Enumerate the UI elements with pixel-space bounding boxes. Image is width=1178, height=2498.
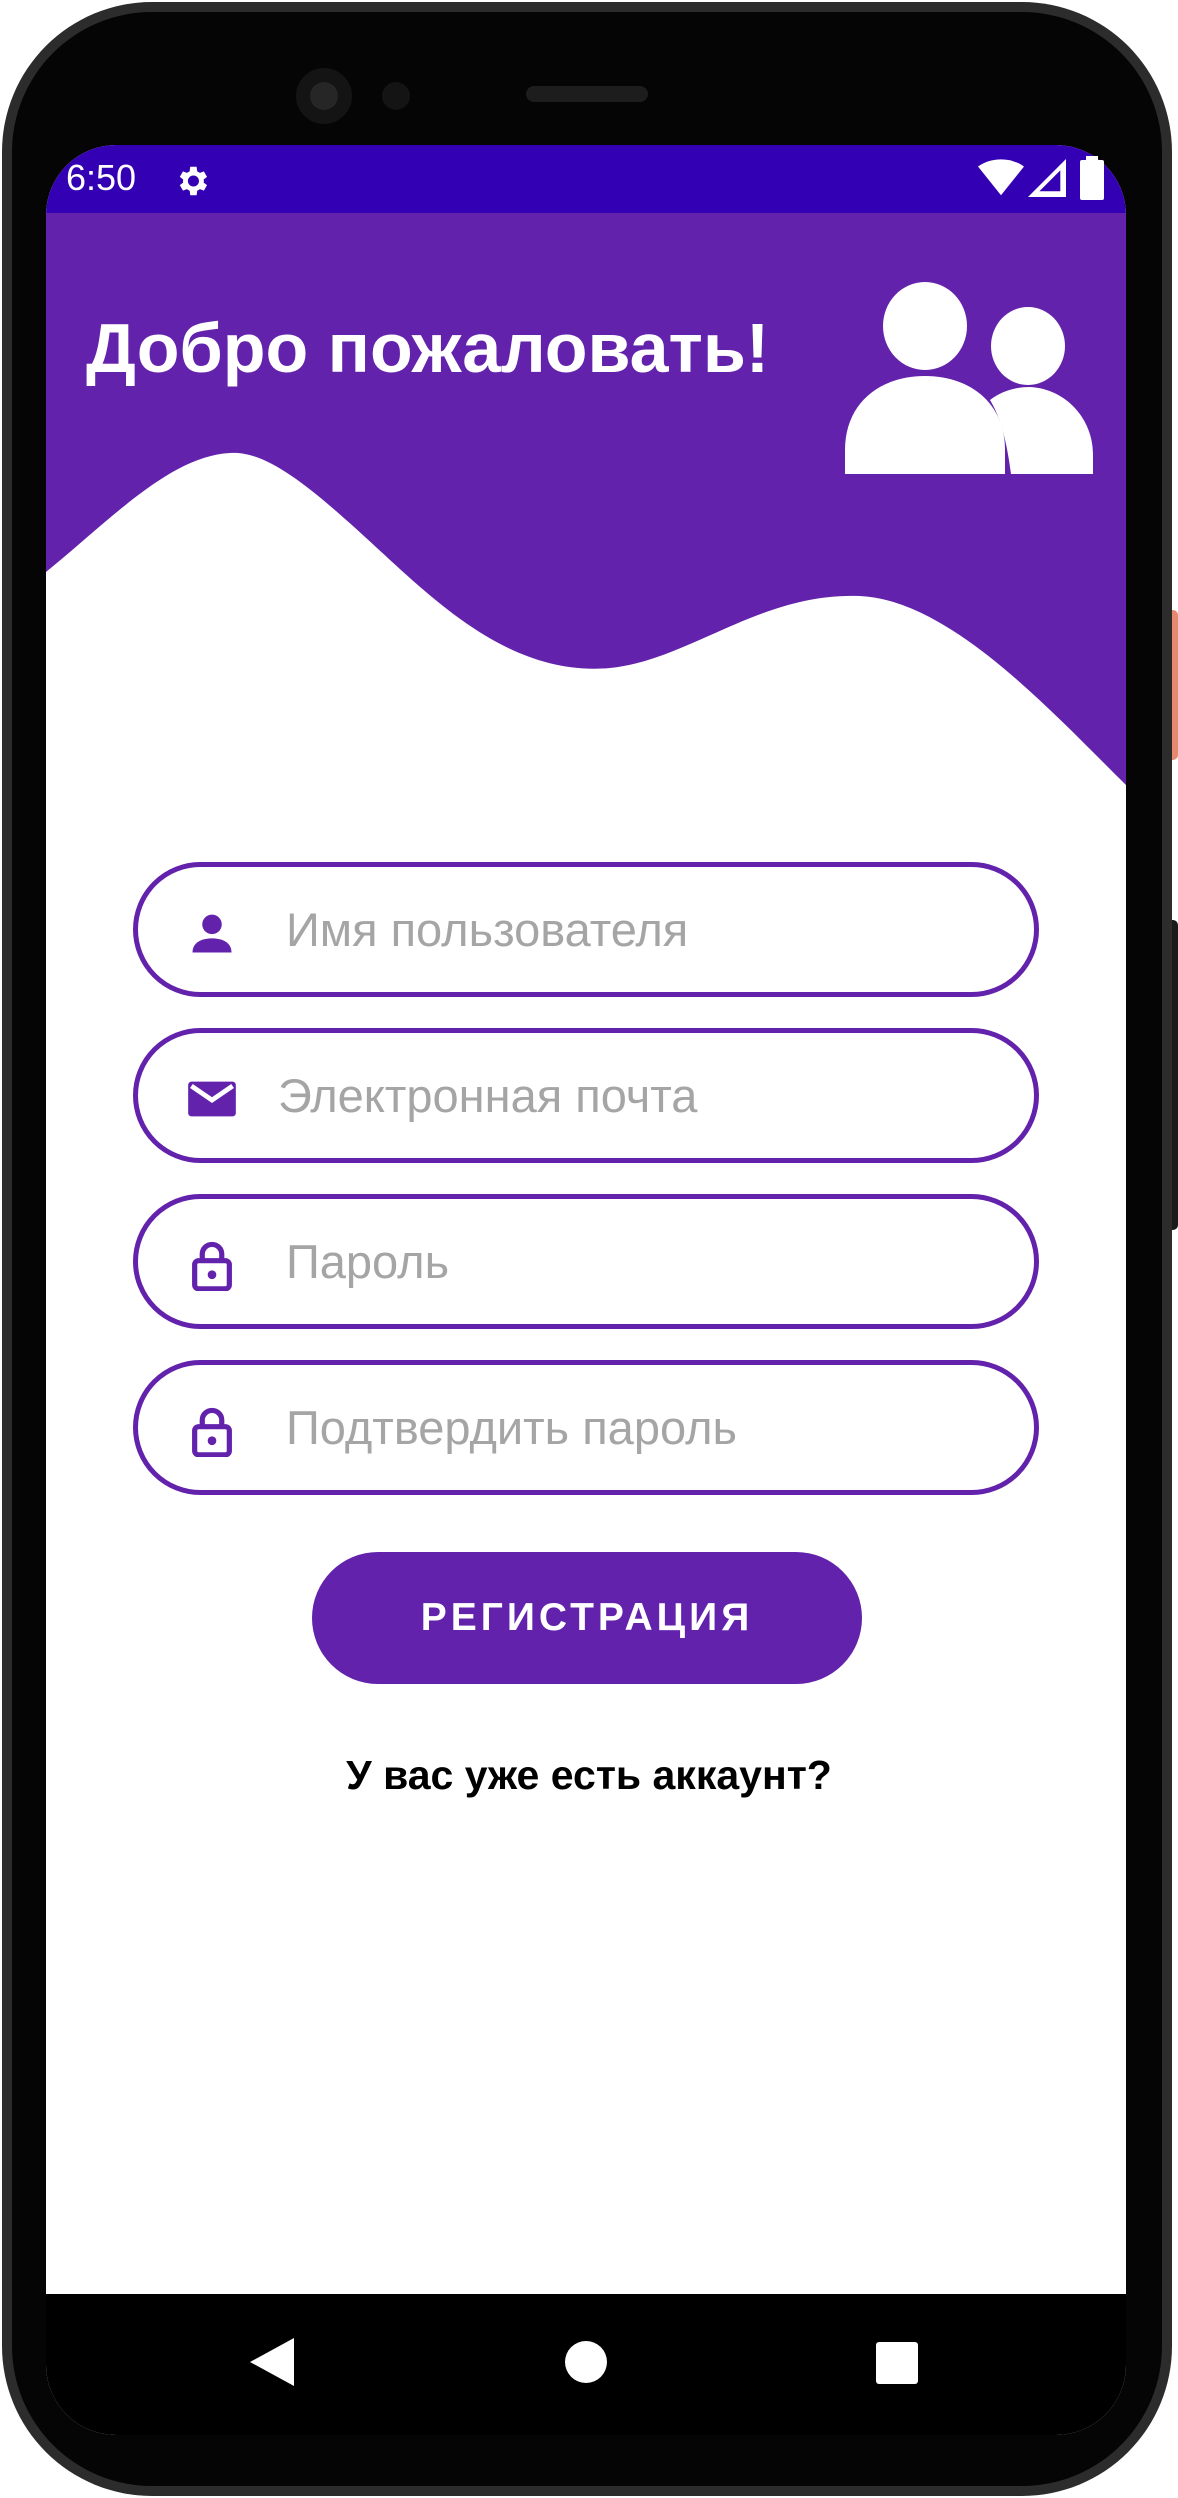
username-placeholder: Имя пользователя bbox=[286, 903, 689, 956]
back-icon[interactable] bbox=[250, 2338, 294, 2386]
password-field[interactable]: Пароль bbox=[133, 1194, 1039, 1329]
username-field[interactable]: Имя пользователя bbox=[133, 862, 1039, 997]
lock-icon bbox=[192, 1241, 232, 1291]
battery-icon bbox=[1080, 156, 1104, 200]
email-field[interactable]: Электронная почта bbox=[133, 1028, 1039, 1163]
welcome-title: Добро пожаловать! bbox=[86, 309, 770, 387]
earpiece bbox=[526, 86, 648, 102]
confirm-password-placeholder: Подтвердить пароль bbox=[286, 1401, 737, 1454]
password-placeholder: Пароль bbox=[286, 1235, 450, 1288]
gear-icon bbox=[179, 166, 208, 196]
signal-icon bbox=[1028, 159, 1066, 197]
lock-icon bbox=[192, 1407, 232, 1457]
email-placeholder: Электронная почта bbox=[278, 1069, 698, 1122]
users-icon bbox=[845, 282, 1093, 474]
status-time: 6:50 bbox=[66, 157, 137, 198]
proximity-sensor bbox=[382, 82, 410, 110]
confirm-password-field[interactable]: Подтвердить пароль bbox=[133, 1360, 1039, 1495]
login-link[interactable]: У вас уже есть аккаунт? bbox=[0, 1746, 1178, 1804]
register-button[interactable]: РЕГИСТРАЦИЯ bbox=[312, 1552, 862, 1684]
home-icon[interactable] bbox=[564, 2340, 608, 2384]
recents-icon[interactable] bbox=[876, 2342, 918, 2384]
mail-icon bbox=[188, 1081, 236, 1117]
wifi-icon bbox=[978, 159, 1024, 196]
person-icon bbox=[192, 914, 232, 953]
